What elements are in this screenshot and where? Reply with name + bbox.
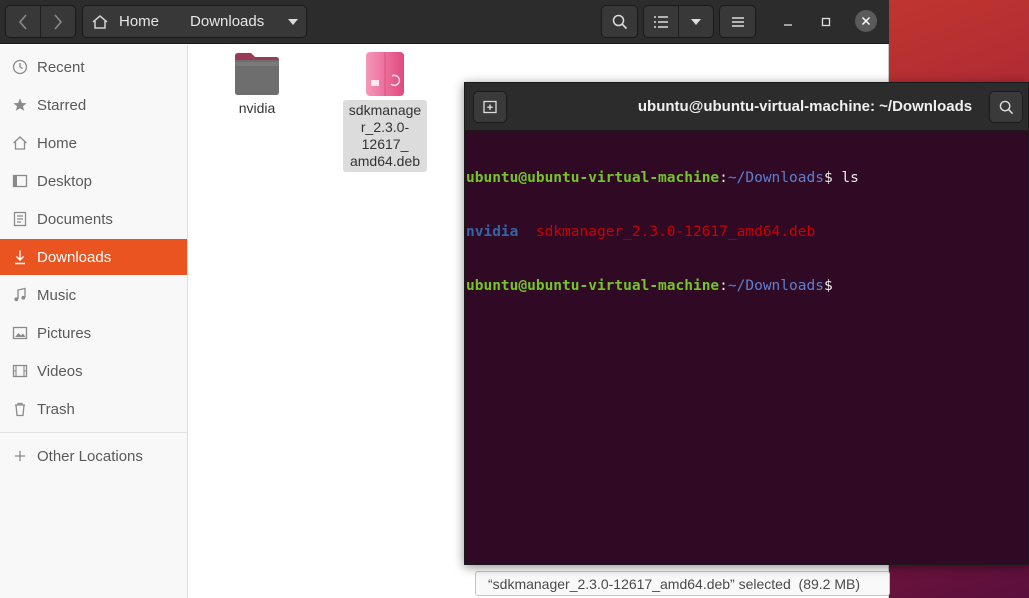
terminal-window[interactable]: ubuntu@ubuntu-virtual-machine: ~/Downloa… xyxy=(464,82,1029,565)
prompt-user-host: ubuntu@ubuntu-virtual-machine xyxy=(466,170,720,186)
trash-icon xyxy=(12,401,28,417)
maximize-icon xyxy=(821,17,831,27)
document-icon xyxy=(12,211,28,227)
prompt-path: ~/Downloads xyxy=(727,278,824,294)
picture-icon xyxy=(12,325,28,341)
sidebar-item-desktop[interactable]: Desktop xyxy=(0,163,187,199)
search-button[interactable] xyxy=(601,5,638,38)
selection-status-bar: “sdkmanager_2.3.0-12617_amd64.deb” selec… xyxy=(475,571,890,596)
search-icon xyxy=(999,100,1013,114)
files-headerbar: Home Downloads xyxy=(0,0,889,44)
breadcrumb-downloads-label: Downloads xyxy=(190,13,265,30)
breadcrumb: Home Downloads xyxy=(82,5,307,38)
ls-output-archive: sdkmanager_2.3.0-12617_amd64.deb xyxy=(535,224,816,240)
plus-icon xyxy=(12,448,28,464)
places-sidebar: Recent Starred Home Desktop Documents Do… xyxy=(0,45,188,598)
list-view-icon xyxy=(654,15,668,28)
file-name-line: 12617_ xyxy=(361,136,409,152)
view-menu-button[interactable] xyxy=(679,6,713,37)
terminal-line: nvidia sdkmanager_2.3.0-12617_amd64.deb xyxy=(466,223,1026,241)
chevron-right-icon xyxy=(54,13,63,30)
sidebar-item-downloads[interactable]: Downloads xyxy=(0,239,187,275)
back-button[interactable] xyxy=(6,6,40,37)
sidebar-item-pictures[interactable]: Pictures xyxy=(0,315,187,351)
file-name-line: sdkmanage xyxy=(348,102,422,118)
sidebar-divider xyxy=(0,432,187,433)
sidebar-item-label: Videos xyxy=(37,362,83,380)
sidebar-item-label: Downloads xyxy=(37,248,112,266)
sidebar-item-label: Music xyxy=(37,286,77,304)
home-icon xyxy=(92,14,108,29)
file-item-nvidia[interactable]: nvidia xyxy=(221,50,293,117)
terminal-headerbar: ubuntu@ubuntu-virtual-machine: ~/Downloa… xyxy=(465,83,1028,131)
sidebar-item-label: Other Locations xyxy=(37,447,143,465)
new-tab-button[interactable] xyxy=(473,91,507,123)
sidebar-item-label: Starred xyxy=(37,96,87,114)
desktop-icon xyxy=(12,173,28,189)
sidebar-item-label: Documents xyxy=(37,210,113,228)
chevron-left-icon xyxy=(18,13,27,30)
file-name-selected: sdkmanage r_2.3.0- 12617_ amd64.deb xyxy=(343,100,427,172)
sidebar-item-label: Desktop xyxy=(37,172,93,190)
file-name-line: r_2.3.0- xyxy=(360,119,410,135)
sidebar-item-videos[interactable]: Videos xyxy=(0,353,187,389)
prompt-symbol: $ xyxy=(823,278,833,294)
hamburger-menu-icon xyxy=(731,16,744,27)
prompt-symbol: $ xyxy=(823,170,833,186)
list-view-button[interactable] xyxy=(644,6,678,37)
sidebar-item-label: Recent xyxy=(37,58,85,76)
maximize-button[interactable] xyxy=(815,11,837,33)
ls-output-directory: nvidia xyxy=(466,224,519,240)
dropdown-arrow-icon[interactable] xyxy=(288,18,299,25)
forward-button[interactable] xyxy=(41,6,75,37)
terminal-output[interactable]: ubuntu@ubuntu-virtual-machine:~/Download… xyxy=(466,133,1026,331)
sidebar-item-label: Trash xyxy=(37,400,75,418)
chevron-down-icon xyxy=(690,18,701,25)
terminal-line: ubuntu@ubuntu-virtual-machine:~/Download… xyxy=(466,278,833,294)
breadcrumb-home[interactable]: Home xyxy=(83,6,175,37)
prompt-path: ~/Downloads xyxy=(727,170,824,186)
new-tab-icon xyxy=(483,100,497,114)
sidebar-item-label: Pictures xyxy=(37,324,92,342)
navigation-buttons xyxy=(5,5,76,38)
view-options xyxy=(643,5,714,38)
file-item-sdkmanager-deb[interactable]: sdkmanage r_2.3.0- 12617_ amd64.deb xyxy=(342,50,428,172)
deb-package-icon xyxy=(366,52,404,96)
breadcrumb-downloads[interactable]: Downloads xyxy=(175,6,306,37)
video-icon xyxy=(12,363,28,379)
sidebar-item-recent[interactable]: Recent xyxy=(0,49,187,85)
file-name-line: amd64.deb xyxy=(349,153,421,169)
breadcrumb-home-label: Home xyxy=(119,13,160,30)
sidebar-item-home[interactable]: Home xyxy=(0,125,187,161)
prompt-user-host: ubuntu@ubuntu-virtual-machine xyxy=(466,278,720,294)
sidebar-item-music[interactable]: Music xyxy=(0,277,187,313)
status-text: “sdkmanager_2.3.0-12617_amd64.deb” selec… xyxy=(488,575,860,592)
folder-icon xyxy=(235,53,279,95)
clock-icon xyxy=(12,59,28,75)
sidebar-item-documents[interactable]: Documents xyxy=(0,201,187,237)
music-icon xyxy=(12,287,28,303)
home-icon xyxy=(12,135,28,151)
close-button[interactable] xyxy=(855,10,877,32)
minimize-button[interactable] xyxy=(777,11,799,33)
file-name: nvidia xyxy=(238,100,276,116)
star-icon xyxy=(12,97,28,113)
sidebar-item-other-locations[interactable]: Other Locations xyxy=(0,438,187,474)
sidebar-item-trash[interactable]: Trash xyxy=(0,391,187,427)
search-icon xyxy=(612,14,627,29)
close-icon xyxy=(861,16,871,26)
minimize-icon xyxy=(784,24,792,26)
download-icon xyxy=(12,249,28,265)
terminal-title: ubuntu@ubuntu-virtual-machine: ~/Downloa… xyxy=(637,98,973,115)
sidebar-item-label: Home xyxy=(37,134,78,152)
command-text: ls xyxy=(832,170,859,186)
sidebar-item-starred[interactable]: Starred xyxy=(0,87,187,123)
main-menu-button[interactable] xyxy=(719,5,756,38)
terminal-line: ubuntu@ubuntu-virtual-machine:~/Download… xyxy=(466,170,859,186)
terminal-search-button[interactable] xyxy=(989,91,1023,123)
